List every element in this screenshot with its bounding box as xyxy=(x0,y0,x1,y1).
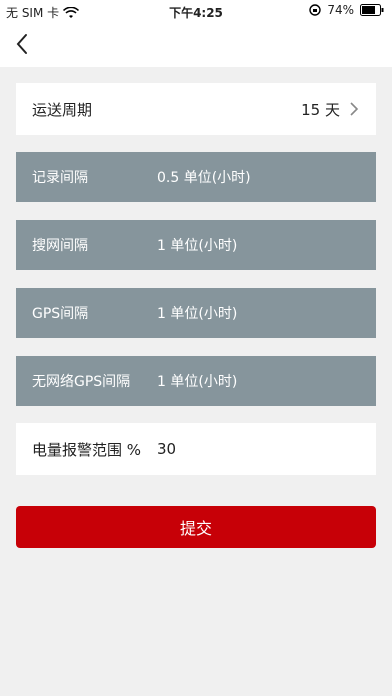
battery-percent: 74% xyxy=(327,3,354,17)
status-bar: 无 SIM 卡 下午4:25 74% xyxy=(0,0,392,22)
no-network-gps-interval-label: 无网络GPS间隔 xyxy=(32,374,131,390)
orientation-lock-icon xyxy=(309,4,322,16)
shipping-period-row[interactable]: 运送周期 15 天 xyxy=(16,83,376,135)
search-network-interval-row[interactable]: 搜网间隔 1 单位(小时) xyxy=(16,220,376,270)
chevron-right-icon xyxy=(350,102,359,116)
gps-interval-value: 1 单位(小时) xyxy=(157,306,238,322)
battery-alert-row[interactable]: 电量报警范围 % 30 xyxy=(16,423,376,475)
chevron-left-icon xyxy=(16,34,27,54)
shipping-period-value-wrap: 15 天 xyxy=(301,99,360,120)
no-network-gps-interval-row[interactable]: 无网络GPS间隔 1 单位(小时) xyxy=(16,356,376,406)
battery-icon xyxy=(360,4,384,16)
battery-alert-value[interactable]: 30 xyxy=(157,440,176,458)
record-interval-row[interactable]: 记录间隔 0.5 单位(小时) xyxy=(16,152,376,202)
record-interval-value: 0.5 单位(小时) xyxy=(157,170,251,186)
back-button[interactable] xyxy=(10,30,38,58)
nav-bar xyxy=(0,22,392,67)
search-network-interval-value: 1 单位(小时) xyxy=(157,238,238,254)
shipping-period-label: 运送周期 xyxy=(32,100,93,119)
shipping-period-value: 15 天 xyxy=(301,100,340,119)
battery-alert-label: 电量报警范围 % xyxy=(32,440,142,459)
submit-button[interactable]: 提交 xyxy=(16,506,376,548)
no-network-gps-interval-value: 1 单位(小时) xyxy=(157,374,238,390)
search-network-interval-label: 搜网间隔 xyxy=(32,238,88,254)
gps-interval-label: GPS间隔 xyxy=(32,306,89,322)
status-right: 74% xyxy=(309,3,384,17)
gps-interval-row[interactable]: GPS间隔 1 单位(小时) xyxy=(16,288,376,338)
record-interval-label: 记录间隔 xyxy=(32,170,88,186)
